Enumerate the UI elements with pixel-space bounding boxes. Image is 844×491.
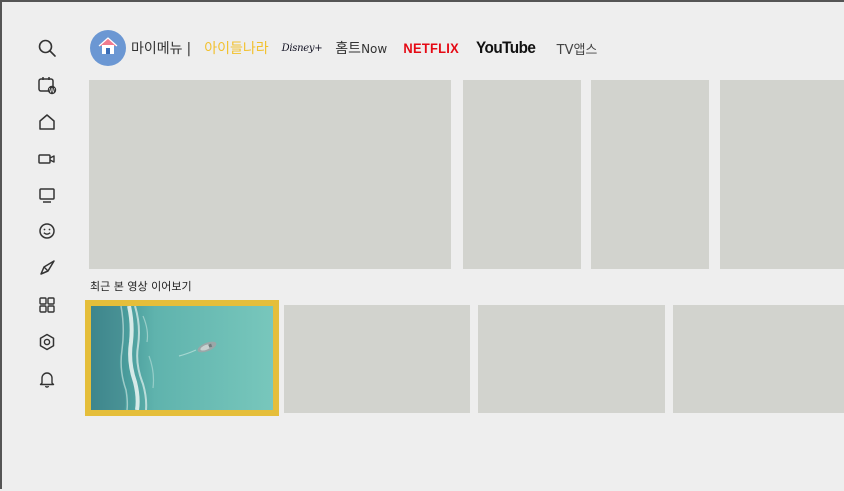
continue-watching-card[interactable]: [478, 305, 665, 413]
sidebar: W: [2, 2, 82, 491]
video-camera-icon[interactable]: [35, 147, 59, 171]
continue-watching-card[interactable]: [673, 305, 844, 413]
my-menu-label: 마이메뉴: [131, 41, 183, 57]
banner-tile[interactable]: [720, 80, 844, 269]
disney-plus-logo[interactable]: Disney+: [282, 43, 323, 54]
tv-home-screen: W 마이메뉴 | 아이들나라 Disney+ 홈트Now NETFLIX You…: [0, 0, 844, 489]
homenow-prefix: 홈트: [335, 41, 362, 57]
main-banner[interactable]: [89, 80, 451, 269]
search-icon[interactable]: [35, 36, 59, 60]
top-navigation: 마이메뉴 | 아이들나라 Disney+ 홈트Now NETFLIX YouTub…: [90, 30, 597, 66]
continue-watching-card[interactable]: [85, 300, 279, 416]
youtube-logo[interactable]: YouTube: [476, 38, 536, 58]
tv-apps-tab[interactable]: TV앱스: [557, 39, 598, 58]
monitor-icon[interactable]: [35, 183, 59, 207]
calendar-badge: W: [49, 87, 55, 94]
banner-tile[interactable]: [591, 80, 709, 269]
apps-grid-icon[interactable]: [35, 293, 59, 317]
netflix-logo[interactable]: NETFLIX: [404, 40, 460, 56]
tv-calendar-icon[interactable]: W: [35, 73, 59, 97]
nav-separator: |: [186, 41, 192, 57]
continue-watching-title: 최근 본 영상 이어보기: [90, 280, 192, 293]
homenow-suffix: Now: [361, 42, 388, 56]
home-training-now-tab[interactable]: 홈트Now: [335, 38, 387, 58]
banner-tile[interactable]: [463, 80, 581, 269]
profile-avatar[interactable]: [90, 30, 126, 66]
my-menu-link[interactable]: 마이메뉴 |: [131, 38, 191, 58]
continue-watching-card[interactable]: [284, 305, 470, 413]
rocket-icon[interactable]: [35, 256, 59, 280]
settings-icon[interactable]: [35, 330, 59, 354]
bell-icon[interactable]: [35, 367, 59, 391]
home-icon[interactable]: [35, 110, 59, 134]
aerial-ocean-thumbnail: [91, 306, 273, 410]
kids-land-tab[interactable]: 아이들나라: [204, 38, 268, 58]
house-icon: [96, 34, 120, 62]
smiley-icon[interactable]: [35, 219, 59, 243]
